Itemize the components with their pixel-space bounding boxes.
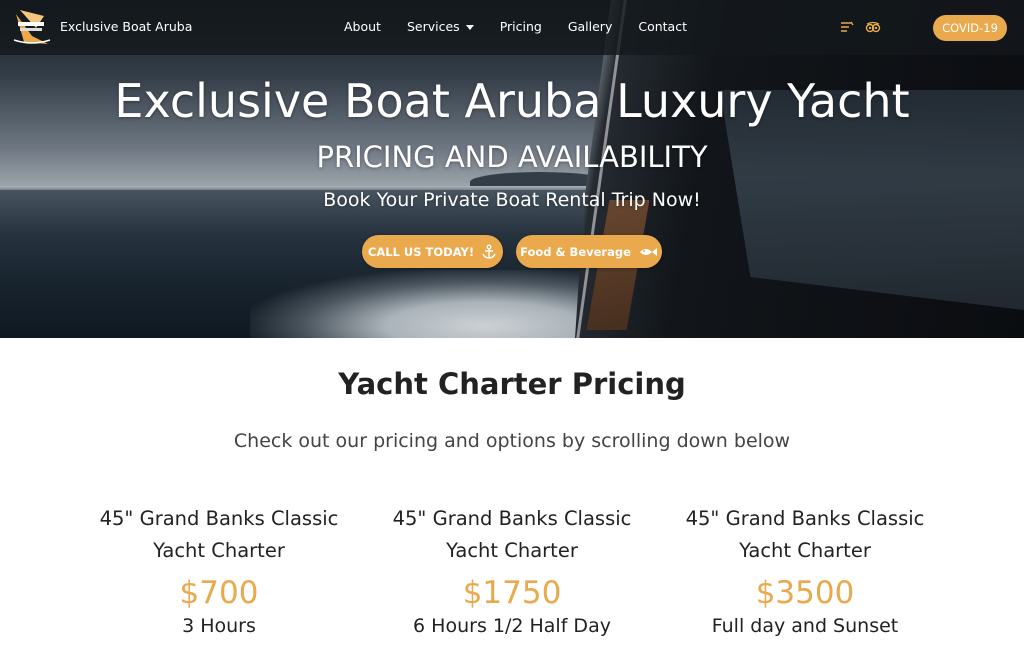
fish-icon — [639, 247, 657, 256]
logo-icon[interactable] — [10, 6, 54, 48]
navbar: Exclusive Boat Aruba About Services Pric… — [0, 0, 1024, 55]
tripadvisor-icon[interactable] — [865, 20, 881, 34]
food-beverage-button[interactable]: Food & Beverage — [516, 235, 662, 268]
nav-gallery[interactable]: Gallery — [568, 19, 613, 34]
nav-services-label: Services — [406, 19, 460, 34]
facebook-icon[interactable] — [839, 20, 855, 34]
pricing-subtitle: Check out our pricing and options by scr… — [233, 430, 791, 452]
plan-price: $700 — [179, 575, 259, 611]
hero-tagline: Book Your Private Boat Rental Trip Now! — [323, 189, 701, 211]
plan-name-line1: 45" Grand Banks Classic — [392, 507, 632, 530]
plan-name-line2: Yacht Charter — [739, 539, 871, 562]
hero-subtitle: PRICING AND AVAILABILITY — [316, 140, 708, 174]
plan-name-line1: 45" Grand Banks Classic — [99, 507, 339, 530]
nav-about[interactable]: About — [344, 19, 381, 34]
call-us-button[interactable]: CALL US TODAY! — [362, 235, 503, 268]
plan-duration: Full day and Sunset — [711, 615, 899, 637]
pricing-plan: 45" Grand Banks Classic Yacht Charter $7… — [69, 503, 369, 639]
plan-name-line1: 45" Grand Banks Classic — [685, 507, 925, 530]
plan-price: $1750 — [462, 575, 562, 611]
pricing-plan: 45" Grand Banks Classic Yacht Charter $1… — [362, 503, 662, 639]
covid-button[interactable]: COVID-19 — [933, 15, 1007, 41]
plan-price: $3500 — [755, 575, 855, 611]
main-nav: About Services Pricing Gallery Contact — [344, 19, 713, 34]
call-us-label: CALL US TODAY! — [367, 244, 475, 259]
pricing-plan: 45" Grand Banks Classic Yacht Charter $3… — [655, 503, 955, 639]
anchor-icon — [482, 244, 496, 259]
pricing-title: Yacht Charter Pricing — [338, 367, 686, 401]
brand-name[interactable]: Exclusive Boat Aruba — [60, 19, 192, 34]
plan-name-line2: Yacht Charter — [446, 539, 578, 562]
nav-contact[interactable]: Contact — [638, 19, 687, 34]
plan-duration: 3 Hours — [182, 615, 256, 637]
plan-duration: 6 Hours 1/2 Half Day — [413, 615, 611, 637]
plan-name-line2: Yacht Charter — [153, 539, 285, 562]
chevron-down-icon — [465, 25, 474, 30]
food-beverage-label: Food & Beverage — [520, 244, 631, 259]
nav-services[interactable]: Services — [407, 19, 474, 34]
nav-pricing[interactable]: Pricing — [500, 19, 542, 34]
hero-title: Exclusive Boat Aruba Luxury Yacht — [114, 74, 910, 128]
